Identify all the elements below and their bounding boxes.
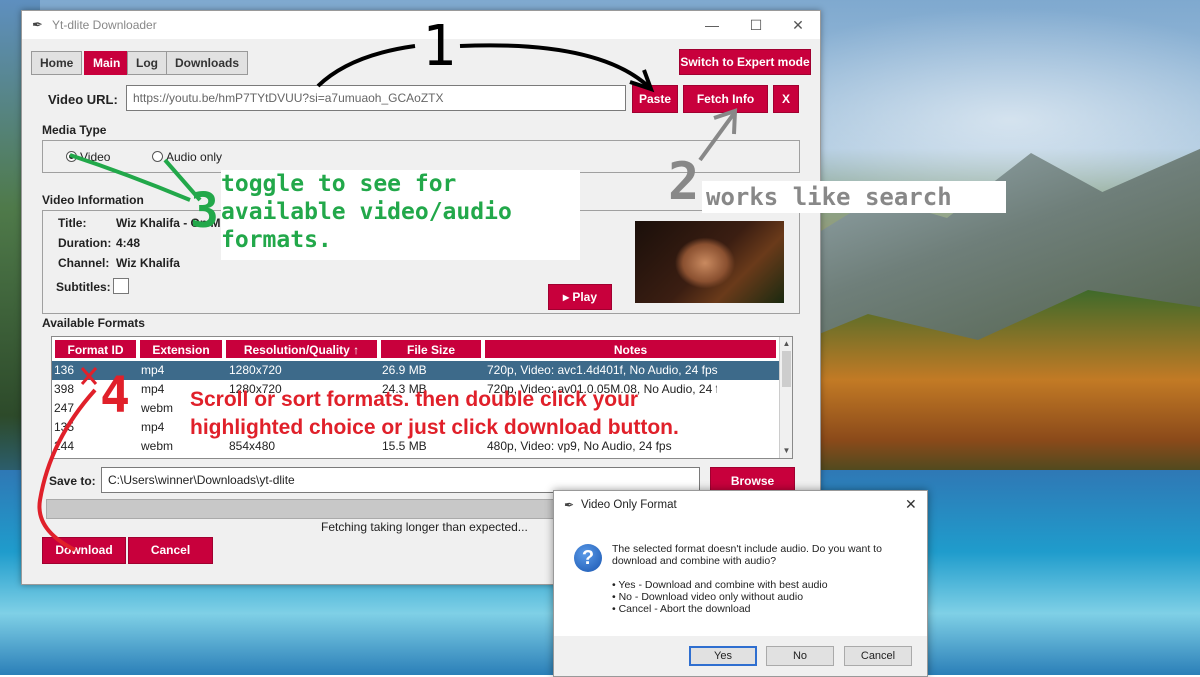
scroll-thumb[interactable] (782, 351, 791, 387)
video-radio[interactable] (66, 151, 77, 162)
fetch-info-button[interactable]: Fetch Info (683, 85, 768, 113)
available-formats-label: Available Formats (42, 316, 145, 330)
format-ext: webm (141, 401, 174, 415)
dialog-no-button[interactable]: No (766, 646, 834, 666)
header-format-id[interactable]: Format ID (54, 339, 137, 359)
annotation-text-2: works like search (702, 181, 1006, 213)
dialog-message-1: The selected format doesn't include audi… (612, 543, 882, 555)
annotation-box-3: toggle to see for available video/audio … (221, 170, 580, 260)
channel-label: Channel: (58, 256, 110, 270)
format-id: 247 (54, 401, 75, 415)
expert-mode-button[interactable]: Switch to Expert mode (679, 49, 811, 75)
header-extension[interactable]: Extension (139, 339, 223, 359)
format-size: 26.9 MB (382, 363, 427, 377)
question-icon: ? (574, 544, 602, 572)
media-type-label: Media Type (42, 123, 107, 137)
subtitles-checkbox[interactable] (113, 278, 129, 294)
format-id: 136 (54, 363, 75, 377)
minimize-button[interactable]: — (702, 15, 722, 35)
header-notes[interactable]: Notes (484, 339, 777, 359)
annotation-number-2: 2 (668, 152, 700, 212)
video-thumbnail (635, 221, 784, 303)
annotation-number-4: 4 (100, 366, 131, 424)
dialog-option-yes: • Yes - Download and combine with best a… (612, 579, 828, 591)
annotation-3-line-1: toggle to see for (221, 171, 457, 197)
feather-icon: ✒ (564, 498, 575, 512)
formats-scrollbar[interactable]: ▲ ▼ (779, 337, 792, 458)
dialog-yes-button[interactable]: Yes (689, 646, 757, 666)
close-button[interactable]: ✕ (788, 15, 808, 35)
annotation-3-line-3: formats. (221, 227, 332, 253)
video-url-input[interactable]: https://youtu.be/hmP7TYtDVUU?si=a7umuaoh… (126, 85, 626, 111)
window-title: Yt-dlite Downloader (52, 18, 157, 32)
maximize-button[interactable]: ☐ (746, 15, 766, 35)
scroll-down-icon[interactable]: ▼ (781, 445, 792, 456)
header-file-size[interactable]: File Size (380, 339, 482, 359)
annotation-3-line-2: available video/audio (221, 199, 512, 225)
title-bar[interactable]: ✒ Yt-dlite Downloader — ☐ ✕ (22, 11, 820, 39)
format-ext: webm (141, 439, 174, 453)
format-id: 398 (54, 382, 75, 396)
cancel-button[interactable]: Cancel (128, 537, 213, 564)
dialog-close-icon[interactable]: ✕ (905, 496, 917, 513)
subtitles-label: Subtitles: (56, 280, 111, 294)
save-to-label: Save to: (49, 474, 96, 488)
video-only-dialog: ✒ Video Only Format ✕ ? The selected for… (553, 490, 928, 677)
tab-downloads[interactable]: Downloads (166, 51, 249, 75)
video-information-label: Video Information (42, 193, 144, 207)
format-ext: mp4 (141, 382, 165, 396)
format-notes: 720p, Video: avc1.4d401f, No Audio, 24 f… (487, 363, 718, 377)
duration-value: 4:48 (116, 236, 141, 250)
tab-log[interactable]: Log (127, 51, 167, 75)
tab-main[interactable]: Main (84, 51, 130, 75)
dialog-option-cancel: • Cancel - Abort the download (612, 603, 751, 615)
video-url-label: Video URL: (48, 92, 118, 107)
format-id: 135 (54, 420, 75, 434)
dialog-cancel-button[interactable]: Cancel (844, 646, 912, 666)
paste-button[interactable]: Paste (632, 85, 678, 113)
annotation-number-1: 1 (422, 14, 456, 79)
dialog-message-2: download and combine with audio? (612, 555, 777, 567)
video-radio-label[interactable]: Video (80, 150, 110, 164)
format-ext: mp4 (141, 363, 165, 377)
clear-url-button[interactable]: X (773, 85, 799, 113)
duration-label: Duration: (58, 236, 112, 250)
channel-value: Wiz Khalifa (116, 256, 180, 270)
status-text: Fetching taking longer than expected... (321, 520, 528, 534)
header-resolution[interactable]: Resolution/Quality ↑ (225, 339, 378, 359)
dialog-title: Video Only Format (581, 499, 677, 511)
annotation-number-3: 3 (190, 183, 219, 239)
format-ext: mp4 (141, 420, 165, 434)
dialog-option-no: • No - Download video only without audio (612, 591, 804, 603)
title-label: Title: (58, 216, 87, 230)
annotation-4-line-2: highlighted choice or just click downloa… (190, 416, 679, 439)
scroll-up-icon[interactable]: ▲ (781, 338, 792, 349)
format-res: 1280x720 (229, 363, 282, 377)
audio-only-radio[interactable] (152, 151, 163, 162)
feather-icon: ✒ (32, 17, 43, 32)
play-button[interactable]: ▸ Play (548, 284, 612, 310)
annotation-4-line-1: Scroll or sort formats. then double clic… (190, 388, 639, 411)
format-row[interactable]: 136 mp4 1280x720 26.9 MB 720p, Video: av… (52, 361, 779, 380)
download-button[interactable]: Download (42, 537, 126, 564)
format-id: 244 (54, 439, 75, 453)
audio-only-radio-label[interactable]: Audio only (166, 150, 222, 164)
tab-home[interactable]: Home (31, 51, 83, 75)
